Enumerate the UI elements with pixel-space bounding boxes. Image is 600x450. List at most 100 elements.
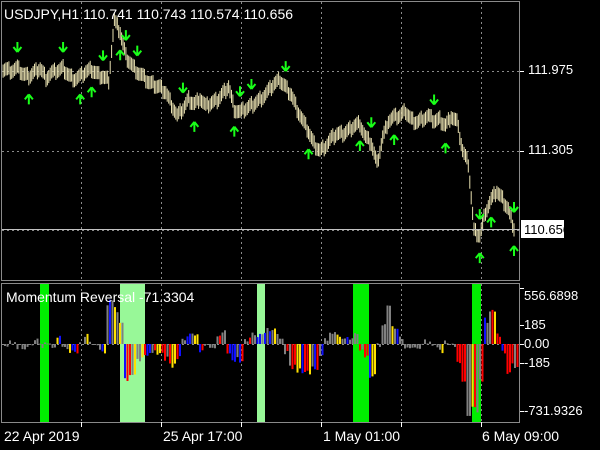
buy-signal-arrow xyxy=(229,125,240,137)
histogram-bar xyxy=(489,311,491,344)
indicator-level-label: 0.00 xyxy=(524,336,550,351)
histogram-bar xyxy=(96,344,99,346)
indicator-title: Momentum Reversal -71.3304 xyxy=(6,289,195,305)
buy-signal-arrow xyxy=(86,86,97,98)
histogram-bar xyxy=(309,344,311,375)
histogram-bar xyxy=(251,332,254,344)
histogram-bar xyxy=(356,334,359,344)
histogram-bar xyxy=(346,337,349,344)
histogram-bar xyxy=(86,333,89,344)
histogram-bar xyxy=(41,344,44,348)
histogram-bar xyxy=(21,344,24,350)
histogram-bar xyxy=(134,344,136,375)
histogram-bar xyxy=(144,344,146,356)
buy-signal-arrow xyxy=(486,216,496,228)
histogram-bar xyxy=(386,305,389,344)
histogram-bar xyxy=(454,344,456,347)
sell-signal-arrow xyxy=(246,79,257,90)
histogram-bar xyxy=(376,343,379,345)
histogram-bar xyxy=(76,344,79,354)
histogram-bar xyxy=(176,344,179,360)
histogram-bar xyxy=(126,344,129,381)
sell-signal-arrow xyxy=(98,50,108,61)
histogram-bar xyxy=(29,344,31,345)
histogram-bar xyxy=(484,317,486,344)
histogram-bar xyxy=(89,341,91,344)
histogram-bar xyxy=(329,332,331,344)
current-price-label: 110.656 xyxy=(524,222,570,237)
histogram-bar xyxy=(164,344,166,361)
price-level-label: 111.305 xyxy=(528,142,574,157)
histogram-bar xyxy=(434,344,436,345)
histogram-bar xyxy=(146,344,149,356)
histogram-bar xyxy=(4,344,6,346)
histogram-bar xyxy=(114,307,116,344)
histogram-bar xyxy=(336,334,339,344)
histogram-bar xyxy=(419,344,421,349)
histogram-bar xyxy=(406,344,409,348)
histogram-bar xyxy=(296,344,299,373)
histogram-bar xyxy=(131,344,134,375)
histogram-bar xyxy=(401,339,404,344)
histogram-bar xyxy=(426,343,429,345)
histogram-bar xyxy=(286,344,289,351)
histogram-bar xyxy=(281,338,284,344)
histogram-bar xyxy=(224,330,226,344)
histogram-bar xyxy=(344,338,346,344)
histogram-bar xyxy=(499,336,501,344)
histogram-bar xyxy=(389,305,391,344)
histogram-bar xyxy=(124,344,126,379)
histogram-bar xyxy=(439,344,441,350)
histogram-bar xyxy=(31,344,34,346)
time-label: 1 May 01:00 xyxy=(323,428,401,444)
histogram-bar xyxy=(311,344,314,367)
histogram-bar xyxy=(414,344,416,348)
histogram-bar xyxy=(279,338,281,344)
time-label: 6 May 09:00 xyxy=(482,428,560,444)
histogram-bar xyxy=(381,325,384,344)
histogram-bar xyxy=(104,344,106,354)
histogram-bar xyxy=(334,332,336,344)
histogram-bar xyxy=(199,344,201,353)
price-bars xyxy=(2,12,515,243)
histogram-bar xyxy=(101,344,104,352)
histogram-bar xyxy=(314,344,316,370)
histogram-bar xyxy=(299,344,301,369)
histogram-bar xyxy=(119,322,121,344)
histogram-bar xyxy=(506,344,509,374)
histogram-bar xyxy=(206,344,209,345)
histogram-bar xyxy=(471,344,474,407)
histogram-bar xyxy=(254,335,256,344)
histogram-bar xyxy=(239,344,241,363)
histogram-bar xyxy=(51,344,54,348)
histogram-bar xyxy=(196,334,199,344)
sell-signal-arrow xyxy=(58,42,68,53)
time-label: 22 Apr 2019 xyxy=(4,428,80,444)
histogram-bar xyxy=(289,344,291,366)
histogram-bar xyxy=(341,338,344,344)
histogram-bar xyxy=(71,344,74,351)
histogram-bar xyxy=(441,344,444,354)
histogram-bar xyxy=(174,344,176,364)
histogram-bar xyxy=(179,344,181,357)
histogram-bar xyxy=(394,328,396,344)
histogram-bar xyxy=(374,344,376,375)
histogram-bar xyxy=(391,326,394,344)
histogram-bar xyxy=(464,344,466,382)
main-grid xyxy=(2,2,520,280)
histogram-bar xyxy=(271,330,274,344)
histogram-bar xyxy=(11,343,14,345)
histogram-bar xyxy=(396,328,399,344)
histogram-bar xyxy=(331,333,334,344)
histogram-bar xyxy=(204,344,206,346)
buy-signal-arrow xyxy=(303,148,314,160)
histogram-bar xyxy=(409,344,411,349)
histogram-bar xyxy=(26,344,29,347)
histogram-bar xyxy=(226,344,229,354)
histogram-bar xyxy=(59,335,61,344)
histogram-bar xyxy=(256,337,259,344)
histogram-bar xyxy=(19,344,21,345)
histogram-bar xyxy=(56,337,59,344)
histogram-bar xyxy=(189,333,191,344)
histogram-bar xyxy=(79,342,81,344)
